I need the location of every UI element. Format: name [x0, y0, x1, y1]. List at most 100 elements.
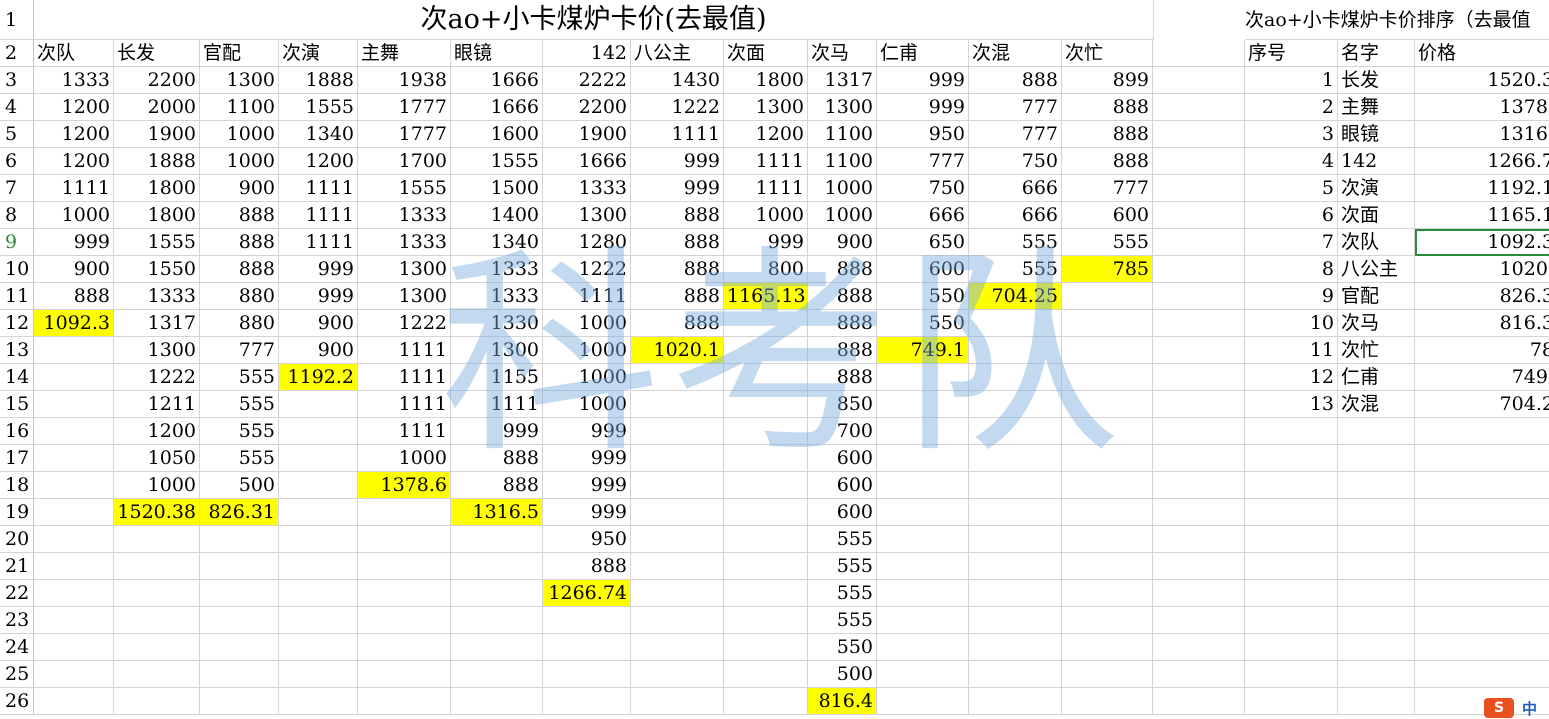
row-header[interactable]: 26 [0, 688, 34, 715]
data-cell[interactable] [451, 661, 543, 688]
row-header[interactable]: 13 [0, 337, 34, 364]
ranking-seq-cell[interactable] [1245, 607, 1338, 634]
data-cell[interactable]: 1340 [279, 121, 358, 148]
ranking-seq-cell[interactable] [1245, 472, 1338, 499]
row-header[interactable]: 11 [0, 283, 34, 310]
data-cell[interactable]: 1000 [200, 148, 279, 175]
data-cell[interactable]: 1111 [279, 229, 358, 256]
data-cell[interactable]: 888 [631, 202, 724, 229]
data-cell[interactable]: 1300 [114, 337, 200, 364]
row-header[interactable]: 21 [0, 553, 34, 580]
data-cell[interactable] [1062, 283, 1153, 310]
data-cell[interactable]: 1222 [543, 256, 631, 283]
average-price-cell[interactable]: 1092.3 [34, 310, 114, 337]
data-cell[interactable]: 888 [451, 445, 543, 472]
data-cell[interactable] [1062, 445, 1153, 472]
data-cell[interactable]: 1555 [279, 94, 358, 121]
ranking-price-cell[interactable]: 1192.1 [1415, 175, 1549, 202]
data-cell[interactable]: 1900 [543, 121, 631, 148]
row-header[interactable]: 24 [0, 634, 34, 661]
data-cell[interactable]: 1300 [200, 67, 279, 94]
data-cell[interactable]: 600 [808, 499, 877, 526]
data-cell[interactable]: 666 [969, 202, 1062, 229]
data-cell[interactable]: 1222 [631, 94, 724, 121]
row-header[interactable]: 7 [0, 175, 34, 202]
data-cell[interactable]: 1200 [114, 418, 200, 445]
empty-cell[interactable] [1153, 472, 1245, 499]
ranking-seq-cell[interactable] [1245, 553, 1338, 580]
data-cell[interactable]: 888 [808, 337, 877, 364]
data-cell[interactable]: 1317 [114, 310, 200, 337]
data-cell[interactable] [724, 337, 808, 364]
average-price-cell[interactable]: 1520.38 [114, 499, 200, 526]
data-cell[interactable]: 2222 [543, 67, 631, 94]
data-cell[interactable]: 1555 [451, 148, 543, 175]
data-cell[interactable]: 777 [877, 148, 969, 175]
column-header-cell[interactable]: 142 [543, 40, 631, 67]
ranking-price-cell[interactable]: 816.3 [1415, 310, 1549, 337]
ranking-seq-cell[interactable]: 11 [1245, 337, 1338, 364]
data-cell[interactable]: 888 [543, 553, 631, 580]
data-cell[interactable]: 999 [724, 229, 808, 256]
empty-cell[interactable] [1153, 256, 1245, 283]
data-cell[interactable]: 555 [808, 607, 877, 634]
row-header[interactable]: 5 [0, 121, 34, 148]
ranking-price-cell[interactable] [1415, 526, 1549, 553]
data-cell[interactable] [279, 553, 358, 580]
data-cell[interactable] [114, 688, 200, 715]
empty-cell[interactable] [1153, 607, 1245, 634]
data-cell[interactable]: 1333 [451, 256, 543, 283]
ranking-price-cell[interactable]: 704.2 [1415, 391, 1549, 418]
average-price-cell[interactable]: 785 [1062, 256, 1153, 283]
ranking-price-cell[interactable]: 1378. [1415, 94, 1549, 121]
data-cell[interactable] [877, 364, 969, 391]
data-cell[interactable]: 1400 [451, 202, 543, 229]
data-cell[interactable] [451, 688, 543, 715]
data-cell[interactable] [543, 634, 631, 661]
ranking-name-cell[interactable] [1338, 607, 1415, 634]
ranking-name-cell[interactable] [1338, 688, 1415, 715]
ranking-seq-cell[interactable] [1245, 526, 1338, 553]
data-cell[interactable]: 888 [200, 202, 279, 229]
ranking-seq-cell[interactable] [1245, 661, 1338, 688]
data-cell[interactable]: 1200 [34, 94, 114, 121]
data-cell[interactable]: 777 [969, 121, 1062, 148]
data-cell[interactable]: 1155 [451, 364, 543, 391]
empty-cell[interactable] [1153, 67, 1245, 94]
data-cell[interactable]: 1100 [200, 94, 279, 121]
data-cell[interactable] [358, 688, 451, 715]
data-cell[interactable]: 1500 [451, 175, 543, 202]
data-cell[interactable]: 1200 [724, 121, 808, 148]
data-cell[interactable]: 999 [34, 229, 114, 256]
data-cell[interactable]: 999 [631, 148, 724, 175]
row-header[interactable]: 14 [0, 364, 34, 391]
data-cell[interactable] [724, 661, 808, 688]
data-cell[interactable]: 1111 [724, 175, 808, 202]
data-cell[interactable]: 1000 [808, 175, 877, 202]
data-cell[interactable]: 999 [877, 94, 969, 121]
data-cell[interactable]: 1111 [34, 175, 114, 202]
data-cell[interactable]: 555 [808, 580, 877, 607]
sogou-ime-icon[interactable]: S [1484, 698, 1514, 718]
data-cell[interactable]: 500 [808, 661, 877, 688]
data-cell[interactable] [631, 445, 724, 472]
data-cell[interactable] [34, 526, 114, 553]
data-cell[interactable] [969, 634, 1062, 661]
data-cell[interactable] [631, 607, 724, 634]
data-cell[interactable]: 1000 [200, 121, 279, 148]
data-cell[interactable]: 888 [631, 310, 724, 337]
data-cell[interactable] [114, 526, 200, 553]
data-cell[interactable]: 1330 [451, 310, 543, 337]
column-header-cell[interactable]: 次忙 [1062, 40, 1153, 67]
data-cell[interactable]: 999 [543, 499, 631, 526]
data-cell[interactable] [451, 580, 543, 607]
data-cell[interactable]: 950 [877, 121, 969, 148]
ranking-seq-cell[interactable]: 12 [1245, 364, 1338, 391]
data-cell[interactable] [969, 661, 1062, 688]
data-cell[interactable] [358, 553, 451, 580]
ranking-price-cell[interactable]: 1520.3 [1415, 67, 1549, 94]
ranking-seq-cell[interactable] [1245, 580, 1338, 607]
row-header[interactable]: 2 [0, 40, 34, 67]
data-cell[interactable] [1062, 688, 1153, 715]
data-cell[interactable]: 1300 [358, 283, 451, 310]
